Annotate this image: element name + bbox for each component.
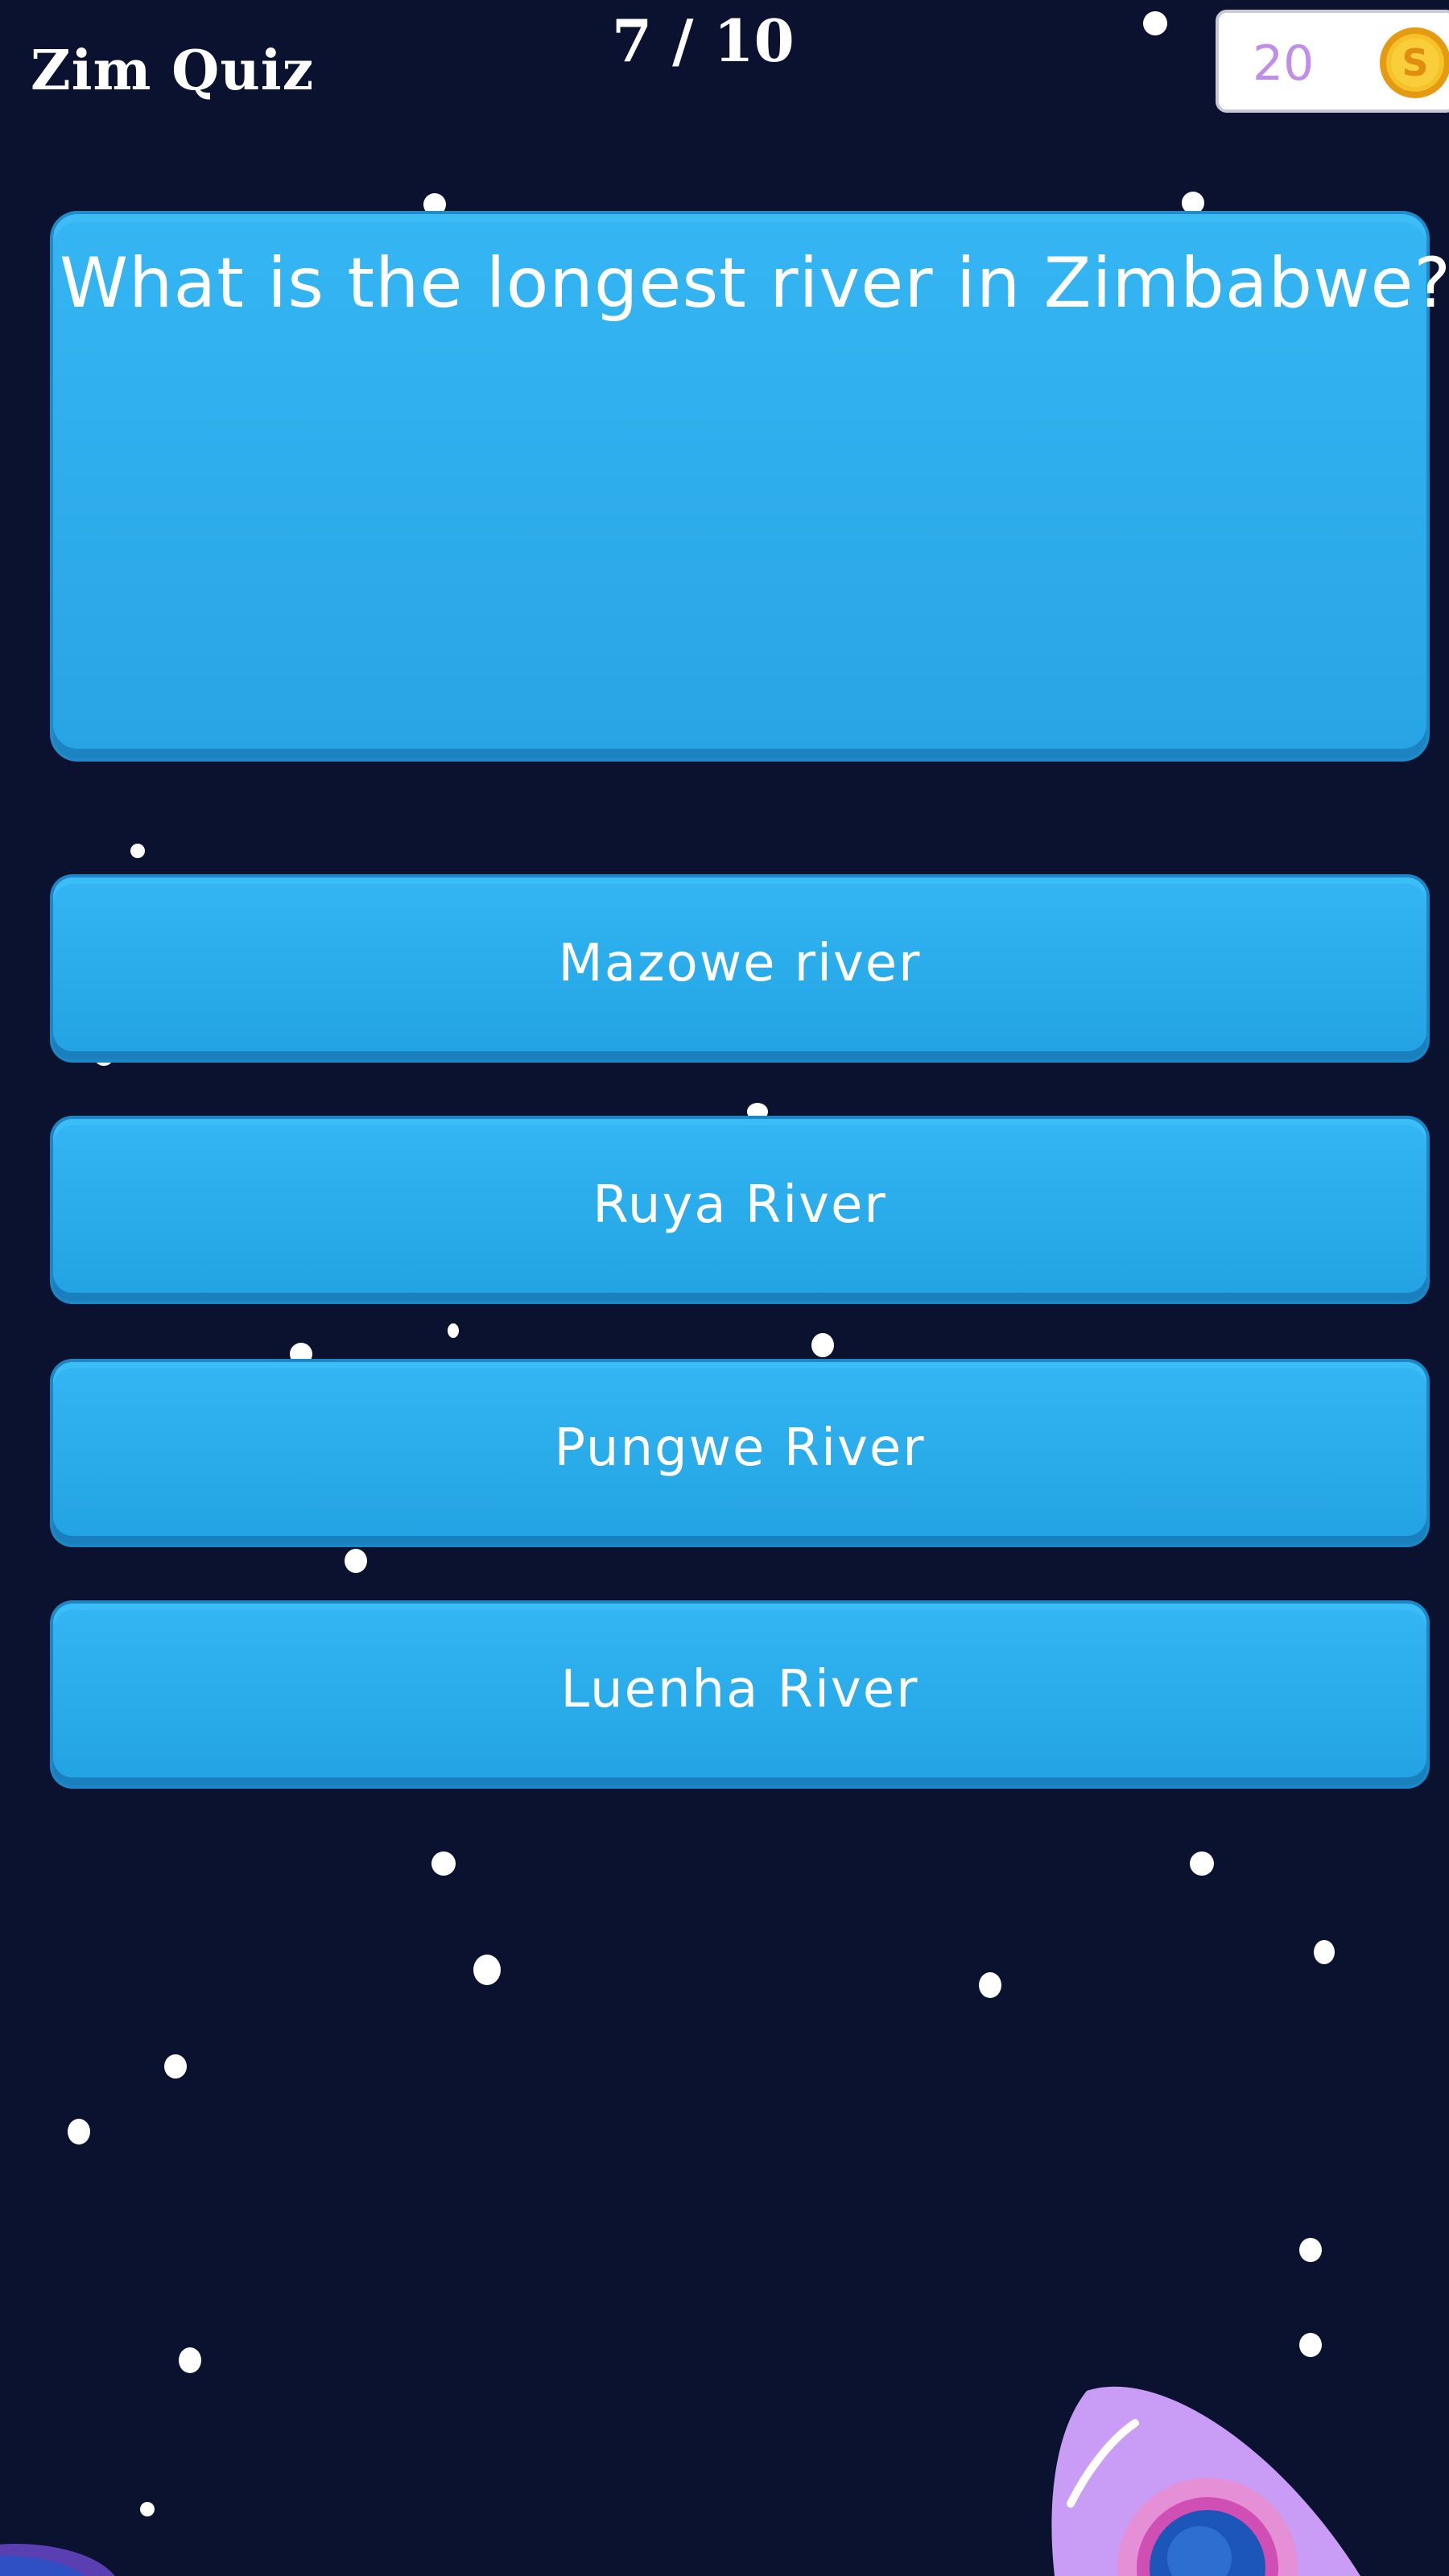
star bbox=[1190, 1852, 1214, 1876]
coin-balance: 20 S bbox=[1216, 10, 1449, 113]
question-card: What is the longest river in Zimbabwe? bbox=[53, 214, 1449, 758]
answer-label: Mazowe river bbox=[558, 934, 922, 993]
star bbox=[473, 1955, 501, 1985]
coin-count: 20 bbox=[1253, 35, 1315, 92]
star bbox=[1143, 11, 1167, 35]
coin-icon: S bbox=[1380, 27, 1449, 98]
star bbox=[179, 2347, 201, 2373]
star bbox=[1299, 2333, 1322, 2357]
star bbox=[130, 844, 145, 858]
star bbox=[140, 2502, 155, 2516]
answer-option-1[interactable]: Mazowe river bbox=[53, 877, 1426, 1059]
answer-option-2[interactable]: Ruya River bbox=[53, 1119, 1426, 1301]
star bbox=[345, 1549, 367, 1573]
app-title: Zim Quiz bbox=[31, 39, 315, 103]
star bbox=[1182, 192, 1204, 214]
planet-icon bbox=[0, 2544, 115, 2576]
coin-symbol: S bbox=[1402, 41, 1428, 85]
star bbox=[68, 2119, 90, 2145]
star bbox=[164, 2054, 187, 2079]
answer-label: Pungwe River bbox=[554, 1418, 926, 1478]
star bbox=[423, 193, 446, 216]
question-text: What is the longest river in Zimbabwe? bbox=[60, 243, 1449, 324]
star bbox=[1299, 2238, 1322, 2262]
rocket-icon bbox=[1051, 2386, 1360, 2576]
star bbox=[979, 1972, 1001, 1998]
star bbox=[431, 1852, 456, 1876]
star bbox=[1314, 1940, 1335, 1964]
star bbox=[448, 1323, 459, 1338]
answer-label: Luenha River bbox=[560, 1660, 919, 1719]
star bbox=[747, 1103, 768, 1121]
star bbox=[811, 1333, 834, 1357]
answer-option-4[interactable]: Luenha River bbox=[53, 1604, 1426, 1785]
answer-option-3[interactable]: Pungwe River bbox=[53, 1362, 1426, 1544]
answer-label: Ruya River bbox=[592, 1175, 887, 1235]
question-progress: 7 / 10 bbox=[612, 6, 795, 75]
